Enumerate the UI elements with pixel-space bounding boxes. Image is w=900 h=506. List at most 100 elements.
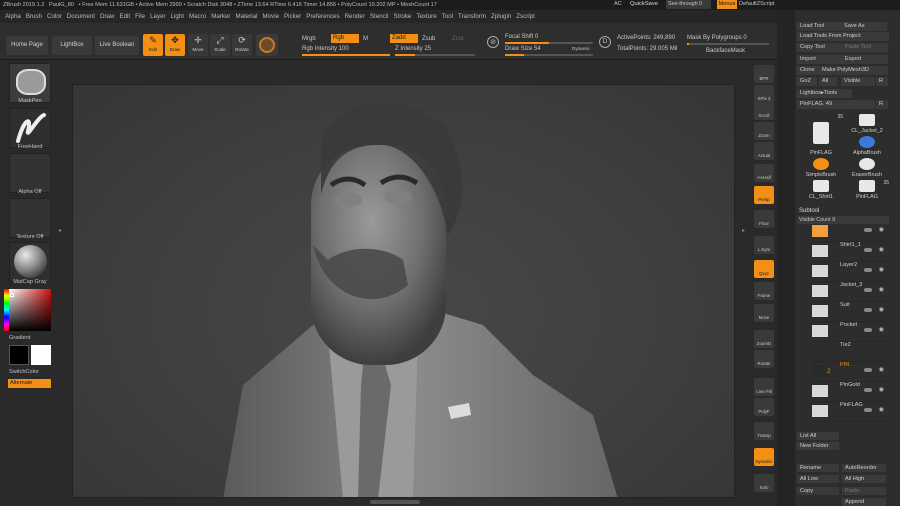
subtool-row[interactable]: Jacket_3 ◉ bbox=[812, 282, 886, 302]
subtool-row[interactable]: Layer2 ◉ bbox=[812, 262, 886, 282]
subtool-toggle[interactable] bbox=[864, 328, 872, 332]
switch-color-button[interactable]: SwitchColor bbox=[9, 369, 57, 375]
menu-draw[interactable]: Draw bbox=[100, 13, 114, 20]
tool-thumb-alphabrush[interactable]: AlphaBrush bbox=[845, 136, 889, 158]
visible-button[interactable]: Visible bbox=[841, 77, 875, 86]
shelf-bpr-button[interactable]: BPR bbox=[754, 65, 774, 83]
eye-icon[interactable]: ◉ bbox=[879, 246, 884, 253]
list-all-button[interactable]: List All bbox=[797, 432, 839, 440]
eye-icon[interactable]: ◉ bbox=[879, 366, 884, 373]
live-boolean-button[interactable]: Live Boolean bbox=[95, 36, 139, 55]
eye-icon[interactable]: ◉ bbox=[879, 286, 884, 293]
r-button[interactable]: R bbox=[876, 77, 888, 86]
append-button[interactable]: Append bbox=[842, 498, 886, 506]
all-low-button[interactable]: All Low bbox=[797, 475, 839, 483]
edit-button[interactable]: ✎ Edit bbox=[143, 34, 163, 56]
menu-stencil[interactable]: Stencil bbox=[370, 13, 389, 20]
backface-mask-button[interactable]: BackfaceMask bbox=[706, 48, 745, 54]
menu-document[interactable]: Document bbox=[67, 13, 95, 20]
import-button[interactable]: Import bbox=[797, 55, 842, 64]
shelf-persp-button[interactable]: Persp bbox=[754, 186, 774, 204]
scale-button[interactable]: ⤢ Scale bbox=[210, 34, 230, 56]
all-high-button[interactable]: All High bbox=[842, 475, 886, 483]
shelf-l-sym-button[interactable]: L.Sym bbox=[754, 236, 774, 254]
shelf-solo-button[interactable]: Solo bbox=[754, 474, 774, 492]
draw-size-slider[interactable]: Draw Size 54 bbox=[505, 46, 541, 52]
all-button[interactable]: All bbox=[819, 77, 837, 86]
dynamic-toggle[interactable]: Dynamic bbox=[572, 46, 590, 51]
color-picker[interactable] bbox=[9, 289, 51, 331]
shelf-qxyz-button[interactable]: Qxyz bbox=[754, 260, 774, 278]
menu-stroke[interactable]: Stroke bbox=[393, 13, 411, 20]
document-canvas[interactable] bbox=[72, 84, 735, 498]
eye-icon[interactable]: ◉ bbox=[879, 386, 884, 393]
menu-picker[interactable]: Picker bbox=[284, 13, 301, 20]
menu-file[interactable]: File bbox=[135, 13, 145, 20]
stroke-picker[interactable] bbox=[9, 108, 51, 148]
eye-icon[interactable]: ◉ bbox=[879, 326, 884, 333]
brush-picker[interactable] bbox=[9, 63, 51, 103]
menu-alpha[interactable]: Alpha bbox=[5, 13, 21, 20]
alpha-picker[interactable] bbox=[9, 153, 51, 193]
tool-thumb-simplebrush[interactable]: SimpleBrush bbox=[799, 158, 843, 180]
clone-button[interactable]: Clone bbox=[797, 66, 819, 75]
menu-movie[interactable]: Movie bbox=[263, 13, 280, 20]
subtool-toggle[interactable] bbox=[864, 288, 872, 292]
rgb-intensity-slider[interactable]: Rgb Intensity 100 bbox=[302, 46, 349, 52]
shelf-zoom-button[interactable]: Zoom bbox=[754, 122, 774, 140]
goz-button[interactable]: GoZ bbox=[797, 77, 817, 86]
eye-icon[interactable]: ◉ bbox=[879, 226, 884, 233]
rgb-toggle[interactable]: Rgb bbox=[331, 34, 359, 43]
mask-by-polygroups-slider[interactable]: Mask By Polygroups 0 bbox=[687, 35, 747, 41]
z-intensity-slider[interactable]: Z Intensity 25 bbox=[395, 46, 431, 52]
focal-shift-slider[interactable]: Focal Shift 0 bbox=[505, 34, 538, 40]
rotate-button[interactable]: ⟳ Rotate bbox=[232, 34, 252, 56]
menu-tool[interactable]: Tool bbox=[442, 13, 453, 20]
mrgb-toggle[interactable]: Mrgb bbox=[302, 36, 316, 42]
main-color-swatch[interactable] bbox=[9, 345, 29, 365]
make-polymesh-button[interactable]: Make PolyMesh3D bbox=[819, 66, 888, 75]
subtool-row[interactable]: ◉ bbox=[812, 222, 886, 242]
m-toggle[interactable]: M bbox=[363, 36, 368, 42]
focal-shift-track[interactable] bbox=[505, 42, 593, 44]
shelf-transp-button[interactable]: Transp bbox=[754, 422, 774, 440]
default-zscript[interactable]: DefaultZScript bbox=[739, 1, 774, 7]
menu-zplugin[interactable]: Zplugin bbox=[491, 13, 511, 20]
draw-size-track[interactable] bbox=[505, 54, 593, 56]
tool-thumb-pinflag[interactable]: PinFLAG 35 bbox=[799, 114, 843, 158]
menu-marker[interactable]: Marker bbox=[211, 13, 230, 20]
save-as-button[interactable]: Save As bbox=[841, 22, 887, 31]
shelf-line-fill-button[interactable]: Line Fill bbox=[754, 378, 774, 396]
menus-button[interactable]: Menus bbox=[717, 0, 737, 9]
menu-zscript[interactable]: Zscript bbox=[516, 13, 535, 20]
shelf-actual-button[interactable]: Actual bbox=[754, 142, 774, 160]
subtool-row[interactable]: Tie2 bbox=[812, 342, 886, 362]
menu-brush[interactable]: Brush bbox=[26, 13, 42, 20]
menu-color[interactable]: Color bbox=[47, 13, 62, 20]
quicksave-button[interactable]: QuickSave bbox=[630, 1, 658, 7]
texture-picker[interactable] bbox=[9, 198, 51, 238]
subtool-toggle[interactable] bbox=[864, 368, 872, 372]
home-page-button[interactable]: Home Page bbox=[6, 36, 48, 55]
new-folder-button[interactable]: New Folder bbox=[797, 442, 839, 450]
collapse-left-icon[interactable]: ◂ bbox=[58, 227, 61, 234]
menu-transform[interactable]: Transform bbox=[458, 13, 486, 20]
horizontal-scrollbar[interactable] bbox=[370, 500, 420, 504]
eye-icon[interactable]: ◉ bbox=[879, 266, 884, 273]
shelf-floor-button[interactable]: Floor bbox=[754, 210, 774, 228]
subtool-row[interactable]: PinGold ◉ bbox=[812, 382, 886, 402]
subtool-toggle[interactable] bbox=[864, 408, 872, 412]
move-button[interactable]: ✛ Move bbox=[188, 34, 208, 56]
lightbox-tools-button[interactable]: Lightbox▸Tools bbox=[797, 89, 852, 98]
mask-by-polygroups-track[interactable] bbox=[687, 43, 769, 45]
shelf-zoomd-button[interactable]: ZoomD bbox=[754, 330, 774, 348]
menu-light[interactable]: Light bbox=[171, 13, 184, 20]
subtool-header[interactable]: Subtool bbox=[799, 208, 819, 214]
load-tools-from-project-button[interactable]: Load Tools From Project bbox=[797, 32, 889, 41]
subtool-row[interactable]: Shirt1_1 ◉ bbox=[812, 242, 886, 262]
menu-render[interactable]: Render bbox=[345, 13, 365, 20]
paste-button[interactable]: Paste bbox=[842, 487, 886, 495]
material-sphere-button[interactable] bbox=[256, 34, 278, 56]
shelf-frame-button[interactable]: Frame bbox=[754, 282, 774, 300]
menu-macro[interactable]: Macro bbox=[189, 13, 206, 20]
